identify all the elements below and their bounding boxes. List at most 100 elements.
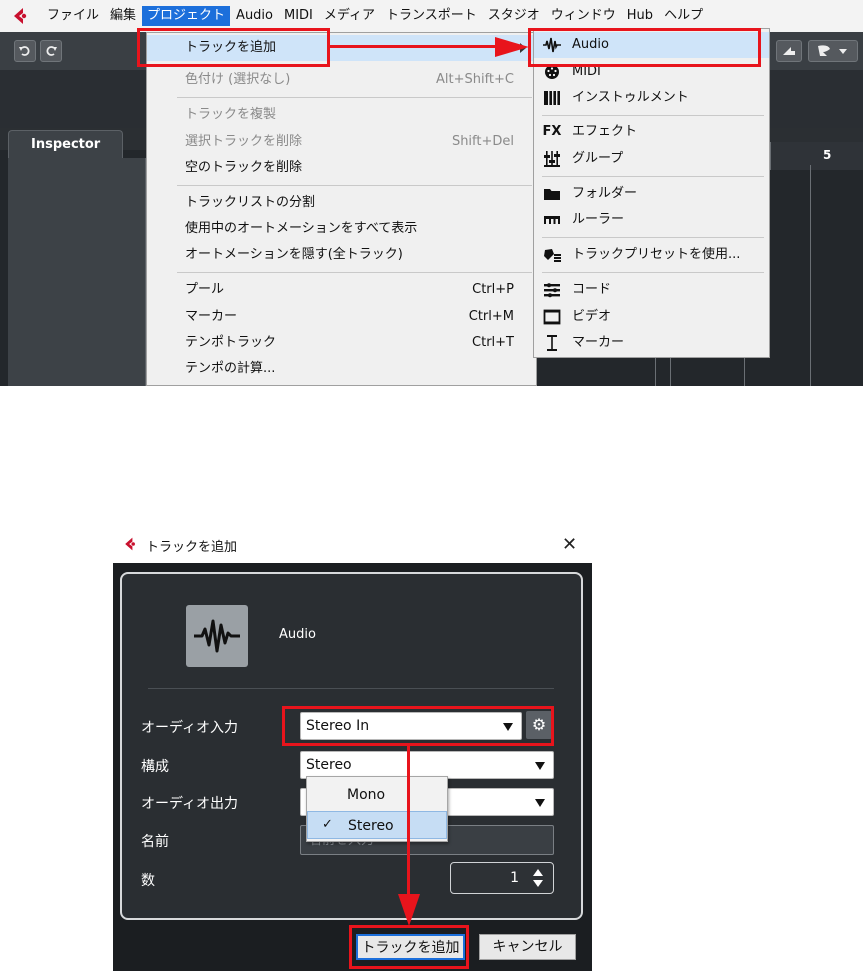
- count-stepper[interactable]: 1: [450, 862, 554, 894]
- submenu-item-video[interactable]: ビデオ: [534, 304, 769, 330]
- menu-item-label: 空のトラックを削除: [185, 160, 303, 175]
- menu-separator: [542, 272, 764, 273]
- cubase-logo-icon: [125, 537, 135, 551]
- track-preset-icon: [544, 249, 561, 262]
- stepper-up-icon[interactable]: [533, 869, 543, 876]
- menu-item-label: テンポの計算...: [185, 361, 276, 376]
- menu-item-tempo-calculator[interactable]: テンポの計算...: [147, 356, 536, 382]
- cubase-logo-icon: [14, 8, 27, 24]
- ruler-icon: [544, 216, 560, 224]
- menu-window[interactable]: ウィンドウ: [546, 6, 621, 26]
- cubase-project-window: ファイル 編集 プロジェクト Audio MIDI メディア トランスポート ス…: [0, 0, 863, 386]
- menu-media[interactable]: メディア: [319, 6, 380, 26]
- submenu-item-ruler[interactable]: ルーラー: [534, 207, 769, 233]
- configuration-label: 構成: [141, 759, 169, 775]
- redo-button[interactable]: [40, 40, 62, 62]
- menu-item-divide-track-list[interactable]: トラックリストの分割: [147, 190, 536, 216]
- menu-project[interactable]: プロジェクト: [142, 6, 231, 26]
- annotation-highlight-audio-input: [282, 706, 554, 746]
- submenu-item-label: マーカー: [572, 335, 625, 350]
- undo-button[interactable]: [14, 40, 36, 62]
- menu-midi[interactable]: MIDI: [279, 6, 318, 26]
- submenu-item-label: フォルダー: [572, 186, 638, 201]
- submenu-item-marker[interactable]: マーカー: [534, 330, 769, 356]
- menu-item-hide-automation[interactable]: オートメーションを隠す(全トラック): [147, 242, 536, 268]
- menu-help[interactable]: ヘルプ: [659, 6, 708, 26]
- cancel-button[interactable]: キャンセル: [479, 934, 576, 960]
- audio-input-label: オーディオ入力: [141, 720, 239, 736]
- menu-transport[interactable]: トランスポート: [381, 6, 482, 26]
- menu-item-label: 使用中のオートメーションをすべて表示: [185, 221, 418, 236]
- fx-icon: FX: [542, 124, 562, 139]
- chevron-down-icon: [535, 762, 545, 770]
- submenu-item-instrument[interactable]: インストゥルメント: [534, 85, 769, 111]
- undo-icon: [19, 46, 30, 56]
- stepper-down-icon[interactable]: [533, 880, 543, 887]
- option-mono[interactable]: Mono: [307, 781, 447, 809]
- option-label: Stereo: [348, 818, 394, 834]
- submenu-item-chord[interactable]: コード: [534, 277, 769, 303]
- waveform-icon: [194, 619, 240, 653]
- annotation-highlight-add-track-button: [349, 925, 469, 969]
- menu-item-duplicate-track[interactable]: トラックを複製: [147, 102, 536, 128]
- configuration-options-popup: Mono ✓ Stereo: [306, 776, 448, 842]
- dialog-title: トラックを追加: [146, 540, 238, 555]
- submenu-item-label: ルーラー: [572, 212, 625, 227]
- menu-hub[interactable]: Hub: [622, 6, 658, 26]
- menu-item-shortcut: Alt+Shift+C: [435, 72, 514, 87]
- arrow-tool-icon: [783, 47, 795, 55]
- marker-icon: [547, 335, 557, 351]
- annotation-arrowhead-down-icon: [398, 894, 420, 926]
- submenu-item-track-preset[interactable]: トラックプリセットを使用...: [534, 242, 769, 268]
- menu-item-delete-selected-tracks[interactable]: 選択トラックを削除 Shift+Del: [147, 129, 536, 155]
- menu-item-show-used-automation[interactable]: 使用中のオートメーションをすべて表示: [147, 216, 536, 242]
- menu-studio[interactable]: スタジオ: [483, 6, 545, 26]
- submenu-item-folder[interactable]: フォルダー: [534, 181, 769, 207]
- menu-separator: [542, 115, 764, 116]
- redo-icon: [46, 46, 57, 56]
- inspector-panel: [8, 158, 146, 386]
- menu-item-pool[interactable]: プール Ctrl+P: [147, 277, 536, 303]
- menu-file[interactable]: ファイル: [42, 6, 104, 26]
- audio-track-thumbnail: [186, 605, 248, 667]
- submenu-item-group[interactable]: グループ: [534, 146, 769, 172]
- annotation-highlight-add-track: [137, 28, 330, 67]
- menu-item-markers[interactable]: マーカー Ctrl+M: [147, 304, 536, 330]
- option-label: Mono: [347, 787, 386, 803]
- submenu-item-label: グループ: [572, 151, 624, 166]
- piano-keys-icon: [544, 91, 560, 105]
- menu-item-delete-empty-tracks[interactable]: 空のトラックを削除: [147, 155, 536, 181]
- count-value: 1: [510, 870, 519, 886]
- submenu-item-effect[interactable]: FX エフェクト: [534, 119, 769, 145]
- name-label: 名前: [141, 834, 169, 850]
- submenu-item-label: コード: [572, 282, 612, 297]
- option-stereo[interactable]: ✓ Stereo: [307, 811, 447, 839]
- dialog-separator: [148, 688, 554, 689]
- dialog-titlebar: トラックを追加 ✕: [122, 534, 582, 556]
- configuration-value: Stereo: [306, 757, 352, 773]
- submenu-item-label: インストゥルメント: [572, 90, 689, 105]
- grid-line: [810, 165, 811, 386]
- timeline-ruler[interactable]: 5: [770, 142, 863, 170]
- menu-item-tempo-track[interactable]: テンポトラック Ctrl+T: [147, 330, 536, 356]
- annotation-arrow-line: [330, 45, 498, 48]
- menu-separator: [177, 185, 532, 186]
- annotation-arrow-line: [407, 746, 410, 896]
- menu-edit[interactable]: 編集: [105, 6, 141, 26]
- configuration-select[interactable]: Stereo: [300, 751, 554, 779]
- tool-dropdown-button[interactable]: [808, 40, 858, 62]
- menu-item-label: トラックリストの分割: [185, 195, 316, 210]
- add-track-submenu: Audio MIDI インストゥルメント FX エフェクト グループ フォルダー…: [533, 28, 770, 358]
- menu-item-colorize[interactable]: 色付け (選択なし) Alt+Shift+C: [147, 67, 536, 93]
- submenu-item-label: トラックプリセットを使用...: [572, 247, 741, 262]
- tool-button[interactable]: [776, 40, 802, 62]
- menu-separator: [177, 272, 532, 273]
- tab-inspector[interactable]: Inspector: [8, 130, 123, 160]
- shape-tool-icon: [818, 45, 847, 56]
- menu-item-label: マーカー: [185, 309, 238, 324]
- close-icon[interactable]: ✕: [562, 534, 577, 555]
- menu-audio[interactable]: Audio: [231, 6, 278, 26]
- menu-item-label: テンポトラック: [185, 335, 277, 350]
- menu-item-label: 選択トラックを削除: [185, 134, 303, 149]
- menu-item-label: プール: [185, 282, 225, 297]
